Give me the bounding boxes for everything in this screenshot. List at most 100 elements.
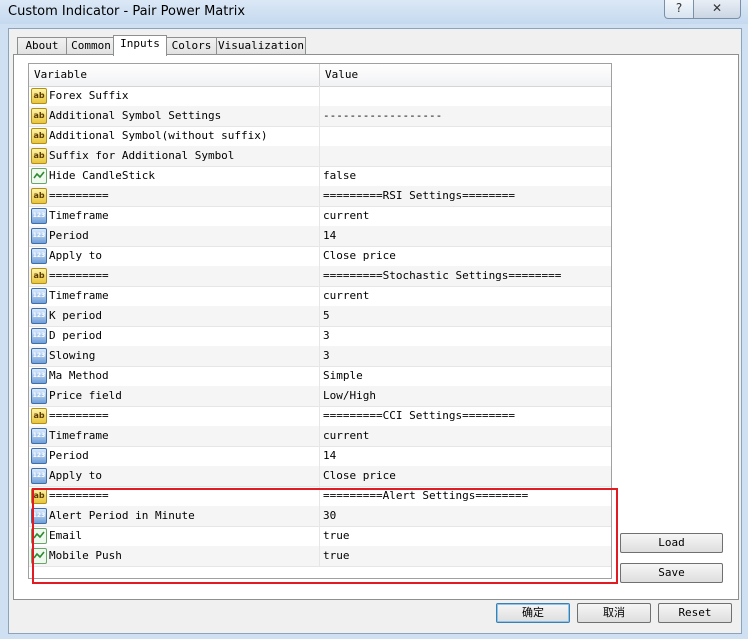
numeric-icon: 123 [31, 208, 47, 224]
string-icon: ab [31, 408, 47, 424]
variable-value[interactable]: current [323, 206, 369, 226]
variable-value[interactable]: =========RSI Settings======== [323, 186, 515, 206]
table-row[interactable]: 123 Apply to Close price [29, 246, 611, 267]
table-row[interactable]: 123 Apply to Close price [29, 466, 611, 487]
table-row[interactable]: ab Additional Symbol Settings ------------… [29, 106, 611, 127]
close-button[interactable]: ✕ [693, 0, 741, 19]
table-row[interactable]: ab ========= =========RSI Settings======== [29, 186, 611, 207]
string-icon: ab [31, 88, 47, 104]
variable-name: Timeframe [49, 289, 109, 302]
numeric-icon: 123 [31, 348, 47, 364]
cell-divider [319, 186, 320, 206]
tab-colors[interactable]: Colors [166, 37, 217, 55]
cell-divider [319, 266, 320, 286]
table-row[interactable]: 123 Slowing 3 [29, 346, 611, 367]
variable-value[interactable]: current [323, 426, 369, 446]
table-row[interactable]: ab Suffix for Additional Symbol [29, 146, 611, 167]
numeric-icon: 123 [31, 368, 47, 384]
string-icon: ab [31, 148, 47, 164]
table-row[interactable]: 123 D period 3 [29, 326, 611, 347]
tab-visualization[interactable]: Visualization [216, 37, 306, 55]
variable-name: K period [49, 309, 102, 322]
table-row[interactable]: 123 Ma Method Simple [29, 366, 611, 387]
variable-name: Slowing [49, 349, 96, 362]
cell-divider [319, 166, 320, 186]
dialog-client: About Common Inputs Colors Visualization… [8, 28, 742, 634]
variable-value[interactable]: Low/High [323, 386, 376, 406]
tab-common[interactable]: Common [66, 37, 116, 55]
variable-value[interactable]: Close price [323, 246, 396, 266]
variable-value[interactable]: Close price [323, 466, 396, 486]
variable-name: Apply to [49, 469, 102, 482]
variable-value[interactable]: 14 [323, 226, 336, 246]
variable-value[interactable]: Simple [323, 366, 363, 386]
variable-value[interactable]: ------------------ [323, 106, 442, 126]
variable-name: Price field [49, 389, 122, 402]
cell-divider [319, 286, 320, 306]
tab-about[interactable]: About [17, 37, 67, 55]
variable-name: Period [49, 229, 89, 242]
string-icon: ab [31, 188, 47, 204]
numeric-icon: 123 [31, 288, 47, 304]
column-header-value[interactable]: Value [325, 64, 358, 86]
variable-name: Additional Symbol(without suffix) [49, 129, 268, 142]
table-row[interactable]: ab ========= =========CCI Settings======== [29, 406, 611, 427]
cell-divider [319, 146, 320, 166]
numeric-icon: 123 [31, 388, 47, 404]
boolean-icon [31, 168, 47, 184]
variable-name: Ma Method [49, 369, 109, 382]
variable-name: Suffix for Additional Symbol [49, 149, 235, 162]
numeric-icon: 123 [31, 328, 47, 344]
help-button[interactable]: ? [664, 0, 694, 19]
variable-value[interactable]: =========Stochastic Settings======== [323, 266, 561, 286]
table-row[interactable]: 123 Timeframe current [29, 286, 611, 307]
table-row[interactable]: 123 Price field Low/High [29, 386, 611, 407]
cell-divider [319, 426, 320, 446]
table-row[interactable]: ab Forex Suffix [29, 86, 611, 107]
variable-name: Forex Suffix [49, 89, 129, 102]
cell-divider [319, 226, 320, 246]
table-row[interactable]: 123 Timeframe current [29, 426, 611, 447]
cell-divider [319, 86, 320, 106]
cell-divider [319, 246, 320, 266]
cell-divider [319, 466, 320, 486]
variable-value[interactable]: current [323, 286, 369, 306]
table-row[interactable]: ab ========= =========Stochastic Settings=… [29, 266, 611, 287]
table-row[interactable]: 123 Period 14 [29, 446, 611, 467]
variable-value[interactable]: false [323, 166, 356, 186]
table-row[interactable]: 123 Period 14 [29, 226, 611, 247]
table-row[interactable]: Hide CandleStick false [29, 166, 611, 187]
variable-name: D period [49, 329, 102, 342]
string-icon: ab [31, 108, 47, 124]
reset-button[interactable]: Reset [658, 603, 732, 623]
variable-name: ========= [49, 189, 109, 202]
load-button[interactable]: Load [620, 533, 723, 553]
cancel-button[interactable]: 取消 [577, 603, 651, 623]
string-icon: ab [31, 268, 47, 284]
variable-name: ========= [49, 269, 109, 282]
column-header-variable[interactable]: Variable [34, 64, 87, 86]
cell-divider [319, 326, 320, 346]
ok-button[interactable]: 确定 [496, 603, 570, 623]
variable-name: Period [49, 449, 89, 462]
inputs-panel: Variable Value ab Forex Suffix ab Additiona… [13, 54, 739, 600]
variable-value[interactable]: 3 [323, 326, 330, 346]
variable-value[interactable]: =========CCI Settings======== [323, 406, 515, 426]
table-row[interactable]: ab Additional Symbol(without suffix) [29, 126, 611, 147]
table-row[interactable]: 123 K period 5 [29, 306, 611, 327]
cell-divider [319, 126, 320, 146]
numeric-icon: 123 [31, 448, 47, 464]
variable-value[interactable]: 14 [323, 446, 336, 466]
variable-value[interactable]: 5 [323, 306, 330, 326]
tab-inputs[interactable]: Inputs [113, 35, 167, 56]
window-title: Custom Indicator - Pair Power Matrix [8, 4, 246, 19]
table-row[interactable]: 123 Timeframe current [29, 206, 611, 227]
column-divider[interactable] [319, 64, 320, 86]
numeric-icon: 123 [31, 248, 47, 264]
variable-name: Additional Symbol Settings [49, 109, 222, 122]
variable-value[interactable]: 3 [323, 346, 330, 366]
cell-divider [319, 446, 320, 466]
numeric-icon: 123 [31, 428, 47, 444]
variable-name: Timeframe [49, 209, 109, 222]
save-button[interactable]: Save [620, 563, 723, 583]
